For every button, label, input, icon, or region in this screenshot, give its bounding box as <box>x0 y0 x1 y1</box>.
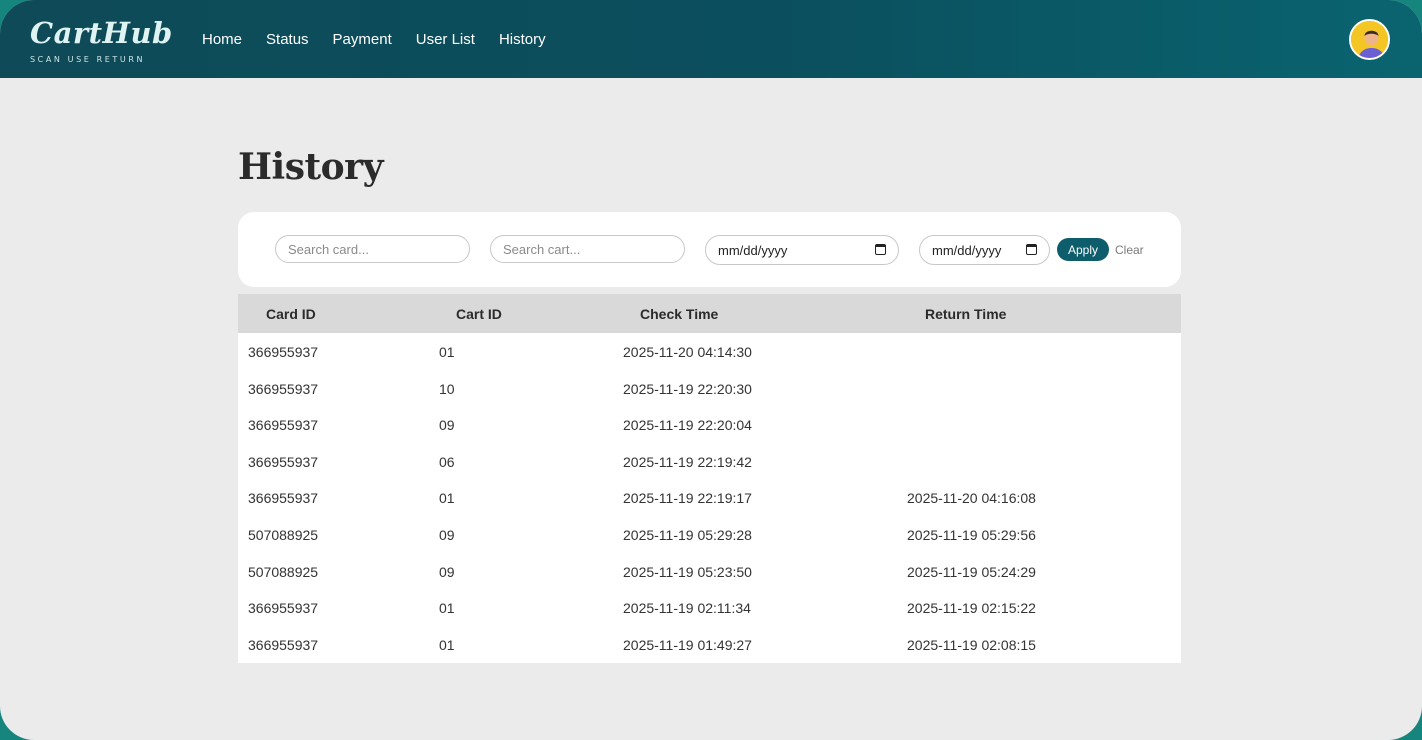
nav-user-list[interactable]: User List <box>416 31 475 48</box>
cell-cart-id: 01 <box>439 490 455 506</box>
cell-card-id: 366955937 <box>248 381 319 397</box>
user-avatar[interactable] <box>1349 19 1390 60</box>
nav-payment[interactable]: Payment <box>333 31 392 48</box>
table-row[interactable]: 366955937 01 2025-11-19 22:19:17 2025-11… <box>238 479 1181 516</box>
calendar-icon[interactable] <box>1026 244 1037 255</box>
nav-home[interactable]: Home <box>202 31 242 48</box>
cell-check-time: 2025-11-19 22:20:04 <box>623 417 752 433</box>
page-title: History <box>238 146 383 188</box>
date-from-value: mm/dd/yyyy <box>718 242 788 258</box>
calendar-icon[interactable] <box>875 244 886 255</box>
cell-cart-id: 09 <box>439 527 455 543</box>
cell-cart-id: 09 <box>439 417 455 433</box>
cell-card-id: 507088925 <box>248 564 319 580</box>
cell-cart-id: 01 <box>439 344 455 360</box>
column-header-card-id[interactable]: Card ID <box>266 306 316 322</box>
cell-check-time: 2025-11-19 22:19:17 <box>623 490 752 506</box>
cell-check-time: 2025-11-19 22:20:30 <box>623 381 752 397</box>
column-header-cart-id[interactable]: Cart ID <box>456 306 502 322</box>
history-table: Card ID Cart ID Check Time Return Time 3… <box>238 294 1181 663</box>
brand-tagline: SCAN USE RETURN <box>30 55 146 64</box>
cell-cart-id: 06 <box>439 454 455 470</box>
cell-card-id: 366955937 <box>248 454 319 470</box>
table-row[interactable]: 366955937 01 2025-11-20 04:14:30 <box>238 333 1181 370</box>
cell-cart-id: 09 <box>439 564 455 580</box>
cell-card-id: 507088925 <box>248 527 319 543</box>
filter-bar: mm/dd/yyyy mm/dd/yyyy Apply Clear <box>238 212 1181 287</box>
cell-return-time: 2025-11-19 05:29:56 <box>907 527 1036 543</box>
cell-card-id: 366955937 <box>248 600 319 616</box>
table-row[interactable]: 366955937 09 2025-11-19 22:20:04 <box>238 406 1181 443</box>
top-navbar: CartHub SCAN USE RETURN Home Status Paym… <box>0 0 1422 78</box>
cell-card-id: 366955937 <box>248 344 319 360</box>
table-row[interactable]: 366955937 10 2025-11-19 22:20:30 <box>238 370 1181 407</box>
table-row[interactable]: 366955937 06 2025-11-19 22:19:42 <box>238 443 1181 480</box>
cell-cart-id: 01 <box>439 637 455 653</box>
column-header-return-time[interactable]: Return Time <box>925 306 1006 322</box>
cell-check-time: 2025-11-19 02:11:34 <box>623 600 751 616</box>
cell-card-id: 366955937 <box>248 490 319 506</box>
app-frame: CartHub SCAN USE RETURN Home Status Paym… <box>0 0 1422 740</box>
cell-return-time: 2025-11-19 02:15:22 <box>907 600 1036 616</box>
date-from-field[interactable]: mm/dd/yyyy <box>705 235 899 265</box>
nav-status[interactable]: Status <box>266 31 309 48</box>
cell-check-time: 2025-11-19 05:23:50 <box>623 564 752 580</box>
brand[interactable]: CartHub SCAN USE RETURN <box>30 18 173 64</box>
cell-check-time: 2025-11-19 01:49:27 <box>623 637 752 653</box>
table-row[interactable]: 507088925 09 2025-11-19 05:23:50 2025-11… <box>238 553 1181 590</box>
avatar-person-icon <box>1351 21 1388 58</box>
date-to-value: mm/dd/yyyy <box>932 242 1002 258</box>
nav-history[interactable]: History <box>499 31 546 48</box>
table-row[interactable]: 366955937 01 2025-11-19 02:11:34 2025-11… <box>238 589 1181 626</box>
search-cart-input[interactable] <box>490 235 685 263</box>
cell-check-time: 2025-11-20 04:14:30 <box>623 344 752 360</box>
column-header-check-time[interactable]: Check Time <box>640 306 718 322</box>
table-header: Card ID Cart ID Check Time Return Time <box>238 294 1181 333</box>
apply-button[interactable]: Apply <box>1057 238 1109 261</box>
cell-card-id: 366955937 <box>248 637 319 653</box>
cell-card-id: 366955937 <box>248 417 319 433</box>
cell-check-time: 2025-11-19 22:19:42 <box>623 454 752 470</box>
cell-cart-id: 01 <box>439 600 455 616</box>
clear-button[interactable]: Clear <box>1115 243 1144 257</box>
date-to-field[interactable]: mm/dd/yyyy <box>919 235 1050 265</box>
search-card-input[interactable] <box>275 235 470 263</box>
cell-return-time: 2025-11-20 04:16:08 <box>907 490 1036 506</box>
cell-cart-id: 10 <box>439 381 455 397</box>
main-nav: Home Status Payment User List History <box>202 31 570 48</box>
table-row[interactable]: 507088925 09 2025-11-19 05:29:28 2025-11… <box>238 516 1181 553</box>
brand-logo: CartHub <box>30 16 173 50</box>
table-row[interactable]: 366955937 01 2025-11-19 01:49:27 2025-11… <box>238 626 1181 663</box>
cell-check-time: 2025-11-19 05:29:28 <box>623 527 752 543</box>
cell-return-time: 2025-11-19 02:08:15 <box>907 637 1036 653</box>
cell-return-time: 2025-11-19 05:24:29 <box>907 564 1036 580</box>
